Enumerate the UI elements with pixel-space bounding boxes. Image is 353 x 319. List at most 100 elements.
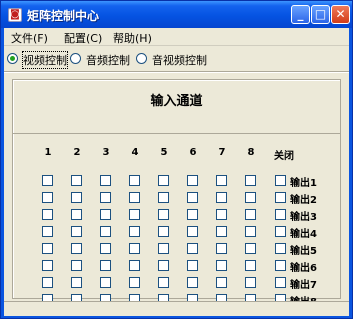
route-checkbox[interactable] xyxy=(158,175,169,186)
route-checkbox[interactable] xyxy=(187,209,198,220)
route-checkbox[interactable] xyxy=(275,226,286,237)
column-label-9: 关闭 xyxy=(274,151,294,162)
route-checkbox[interactable] xyxy=(275,243,286,254)
route-checkbox[interactable] xyxy=(129,226,140,237)
route-checkbox[interactable] xyxy=(129,209,140,220)
route-checkbox[interactable] xyxy=(100,192,111,203)
radio-audio-indicator[interactable] xyxy=(70,53,81,64)
route-checkbox[interactable] xyxy=(275,192,286,203)
route-checkbox[interactable] xyxy=(187,277,198,288)
route-checkbox[interactable] xyxy=(71,243,82,254)
route-checkbox[interactable] xyxy=(42,192,53,203)
output-label-4: 输出4 xyxy=(290,229,317,240)
route-checkbox[interactable] xyxy=(42,209,53,220)
route-checkbox[interactable] xyxy=(158,277,169,288)
output-label-6: 输出6 xyxy=(290,263,317,274)
route-checkbox[interactable] xyxy=(158,209,169,220)
route-checkbox[interactable] xyxy=(245,175,256,186)
route-checkbox[interactable] xyxy=(187,243,198,254)
route-checkbox[interactable] xyxy=(216,226,227,237)
maximize-button[interactable]: □ xyxy=(311,5,330,24)
app-icon: ◙ xyxy=(8,8,22,22)
status-bar xyxy=(4,301,349,316)
route-checkbox[interactable] xyxy=(100,277,111,288)
route-checkbox[interactable] xyxy=(158,260,169,271)
route-checkbox[interactable] xyxy=(71,209,82,220)
route-checkbox[interactable] xyxy=(187,260,198,271)
route-checkbox[interactable] xyxy=(100,226,111,237)
column-label-4: 4 xyxy=(131,147,139,158)
route-checkbox[interactable] xyxy=(100,260,111,271)
route-checkbox[interactable] xyxy=(129,277,140,288)
column-label-7: 7 xyxy=(218,147,226,158)
radio-video-indicator[interactable] xyxy=(7,53,18,64)
route-checkbox[interactable] xyxy=(187,192,198,203)
radio-av-indicator[interactable] xyxy=(136,53,147,64)
column-label-6: 6 xyxy=(189,147,197,158)
menu-help[interactable]: 帮助(H) xyxy=(113,30,152,46)
route-checkbox[interactable] xyxy=(245,260,256,271)
route-checkbox[interactable] xyxy=(216,192,227,203)
route-checkbox[interactable] xyxy=(245,243,256,254)
route-checkbox[interactable] xyxy=(245,209,256,220)
route-checkbox[interactable] xyxy=(275,277,286,288)
menu-file[interactable]: 文件(F) xyxy=(11,30,48,46)
route-checkbox[interactable] xyxy=(275,260,286,271)
route-checkbox[interactable] xyxy=(275,175,286,186)
route-checkbox[interactable] xyxy=(129,243,140,254)
route-checkbox[interactable] xyxy=(100,175,111,186)
route-checkbox[interactable] xyxy=(216,277,227,288)
route-checkbox[interactable] xyxy=(216,243,227,254)
route-checkbox[interactable] xyxy=(216,209,227,220)
route-checkbox[interactable] xyxy=(158,243,169,254)
matrix-panel: 输入通道 12345678关闭输出1输出2输出3输出4输出5输出6输出7输出8 xyxy=(12,79,341,308)
route-checkbox[interactable] xyxy=(71,277,82,288)
app-window: ◙ 矩阵控制中心 _ □ ✕ 文件(F) 配置(C) 帮助(H) 视频控制 音频… xyxy=(0,0,353,319)
route-checkbox[interactable] xyxy=(100,209,111,220)
column-label-1: 1 xyxy=(44,147,52,158)
radio-video-label: 视频控制 xyxy=(22,51,68,69)
output-label-3: 输出3 xyxy=(290,212,317,223)
title-bar[interactable]: ◙ 矩阵控制中心 _ □ ✕ xyxy=(1,1,352,28)
route-checkbox[interactable] xyxy=(42,243,53,254)
window-title: 矩阵控制中心 xyxy=(27,9,100,23)
column-label-8: 8 xyxy=(247,147,255,158)
separator xyxy=(4,71,349,73)
route-checkbox[interactable] xyxy=(42,175,53,186)
route-checkbox[interactable] xyxy=(42,260,53,271)
route-checkbox[interactable] xyxy=(187,175,198,186)
input-channels-title: 输入通道 xyxy=(150,94,203,109)
route-checkbox[interactable] xyxy=(42,277,53,288)
route-checkbox[interactable] xyxy=(187,226,198,237)
route-checkbox[interactable] xyxy=(129,260,140,271)
route-checkbox[interactable] xyxy=(245,192,256,203)
route-checkbox[interactable] xyxy=(100,243,111,254)
route-checkbox[interactable] xyxy=(71,175,82,186)
route-checkbox[interactable] xyxy=(158,192,169,203)
column-label-5: 5 xyxy=(160,147,168,158)
route-checkbox[interactable] xyxy=(71,192,82,203)
radio-audio-label: 音频控制 xyxy=(86,54,130,67)
route-checkbox[interactable] xyxy=(216,260,227,271)
route-checkbox[interactable] xyxy=(129,175,140,186)
client-area: 文件(F) 配置(C) 帮助(H) 视频控制 音频控制 音视频控制 输入通道 1… xyxy=(4,28,349,316)
menu-bar: 文件(F) 配置(C) 帮助(H) xyxy=(4,28,349,46)
menu-config[interactable]: 配置(C) xyxy=(64,30,102,46)
route-checkbox[interactable] xyxy=(158,226,169,237)
close-button[interactable]: ✕ xyxy=(331,5,350,24)
radio-av-label: 音视频控制 xyxy=(152,54,207,67)
route-checkbox[interactable] xyxy=(275,209,286,220)
route-checkbox[interactable] xyxy=(129,192,140,203)
column-label-2: 2 xyxy=(73,147,81,158)
output-label-2: 输出2 xyxy=(290,195,317,206)
output-label-1: 输出1 xyxy=(290,178,317,189)
minimize-button[interactable]: _ xyxy=(291,5,310,24)
route-checkbox[interactable] xyxy=(216,175,227,186)
route-checkbox[interactable] xyxy=(71,226,82,237)
column-label-3: 3 xyxy=(102,147,110,158)
route-checkbox[interactable] xyxy=(71,260,82,271)
output-label-7: 输出7 xyxy=(290,280,317,291)
route-checkbox[interactable] xyxy=(245,277,256,288)
route-checkbox[interactable] xyxy=(245,226,256,237)
route-checkbox[interactable] xyxy=(42,226,53,237)
